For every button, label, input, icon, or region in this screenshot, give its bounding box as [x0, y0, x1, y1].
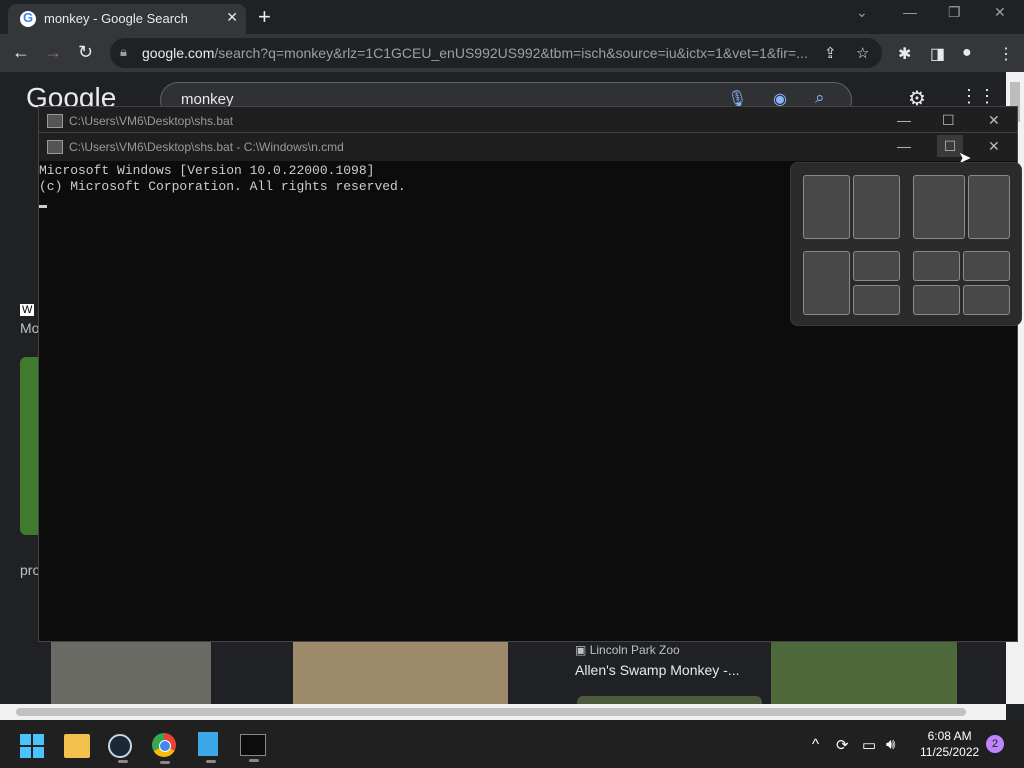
left-result-snippet[interactable]: Mo [20, 320, 39, 336]
snap-zone-quad-bottom-left[interactable] [913, 285, 960, 315]
cmd-back-titlebar[interactable]: C:\Users\VM6\Desktop\shs.bat — ☐ ✕ [39, 107, 1017, 135]
app-running-indicator [249, 759, 259, 762]
new-tab-button[interactable]: + [258, 4, 271, 30]
share-icon[interactable]: ⇪ [824, 44, 837, 62]
cmd-icon [47, 114, 63, 128]
tab-title: monkey - Google Search [44, 11, 188, 26]
console-cursor [39, 205, 47, 208]
result-thumbnail-peek[interactable] [577, 696, 762, 704]
cmd-front-titlebar[interactable]: C:\Users\VM6\Desktop\shs.bat - C:\Window… [39, 133, 1017, 161]
snap-zone-left-full[interactable] [803, 251, 850, 315]
snap-zone-quad-bottom-right[interactable] [963, 285, 1010, 315]
result-title[interactable]: Allen's Swamp Monkey -... [575, 662, 740, 678]
tab-search-icon[interactable]: ⌄ [856, 4, 868, 21]
apps-grid-icon[interactable]: ⋮⋮ [960, 86, 996, 107]
horizontal-scrollbar[interactable] [0, 704, 1006, 720]
cmd-back-close-button[interactable]: ✕ [988, 112, 1000, 129]
windows-logo-pane [33, 734, 44, 745]
network-icon[interactable]: ▭ [862, 736, 876, 754]
clock-date: 11/25/2022 [920, 745, 980, 759]
chrome-icon[interactable] [152, 733, 176, 764]
console-output[interactable]: Microsoft Windows [Version 10.0.22000.10… [39, 163, 406, 195]
back-icon[interactable]: ← [12, 42, 30, 63]
side-panel-icon[interactable]: ◨ [930, 44, 945, 64]
snap-zone-bottom-right[interactable] [853, 285, 900, 315]
wikipedia-icon: W [20, 304, 35, 316]
app-running-indicator [118, 760, 128, 763]
sync-icon[interactable]: ⟳ [836, 736, 849, 754]
app-running-indicator [160, 761, 170, 764]
snap-zone-quad-top-left[interactable] [913, 251, 960, 281]
result-source: ▣ Lincoln Park Zoo [575, 643, 680, 657]
windows-logo-icon [20, 734, 31, 745]
snap-zone-half-right[interactable] [853, 175, 900, 239]
cmd-back-maximize-button[interactable]: ☐ [942, 112, 955, 129]
snap-zone-top-right[interactable] [853, 251, 900, 281]
monkey-image-1[interactable] [51, 642, 211, 704]
monkey-image-2[interactable] [293, 642, 508, 704]
snap-zone-two-thirds-left[interactable] [913, 175, 965, 239]
volume-icon[interactable]: 🔊︎ [886, 736, 895, 753]
snap-zone-quad-top-right[interactable] [963, 251, 1010, 281]
chrome-center [159, 740, 171, 752]
file-explorer-icon[interactable] [64, 734, 90, 758]
browser-toolbar: ← → ↻ 🔒︎ google.com/search?q=monkey&rlz=… [0, 34, 1024, 72]
left-result-thumbnail[interactable] [20, 357, 38, 535]
windows-logo-pane [20, 747, 31, 758]
restore-button[interactable]: ❐ [948, 4, 961, 21]
notepad-icon[interactable] [198, 732, 218, 763]
bookmark-star-icon[interactable]: ☆ [856, 44, 869, 62]
clock-time: 6:08 AM [927, 729, 972, 743]
tab-close-icon[interactable]: ✕ [226, 9, 238, 26]
console-line-1: Microsoft Windows [Version 10.0.22000.10… [39, 163, 375, 178]
snap-zone-half-left[interactable] [803, 175, 850, 239]
forward-icon[interactable]: → [44, 42, 62, 63]
console-line-2: (c) Microsoft Corporation. All rights re… [39, 179, 406, 194]
source-icon: ▣ [575, 643, 587, 657]
menu-icon[interactable]: ⋮ [998, 44, 1014, 64]
horizontal-scroll-thumb[interactable] [16, 708, 966, 716]
search-icon[interactable]: ⌕ [815, 88, 825, 108]
snap-layouts-flyout [790, 162, 1022, 326]
snap-zone-one-third-right[interactable] [968, 175, 1010, 239]
extensions-icon[interactable]: ✱ [898, 44, 911, 64]
cmd-front-close-button[interactable]: ✕ [988, 138, 1000, 155]
cmd-icon [47, 140, 63, 154]
steam-icon[interactable] [108, 734, 132, 763]
minimize-button[interactable]: — [903, 4, 917, 20]
monkey-image-3[interactable] [771, 642, 957, 704]
windows-logo-pane [33, 747, 44, 758]
terminal-icon[interactable] [240, 734, 266, 762]
reload-icon[interactable]: ↻ [78, 42, 93, 63]
tab-strip: monkey - Google Search ✕ + ⌄ — ❐ ✕ [0, 0, 1024, 34]
show-hidden-icons-icon[interactable]: ^ [812, 736, 819, 753]
lock-icon[interactable]: 🔒︎ [120, 44, 127, 60]
cmd-front-minimize-button[interactable]: — [897, 138, 911, 154]
start-button[interactable] [20, 734, 44, 758]
result-source-name: Lincoln Park Zoo [589, 643, 680, 657]
cmd-back-minimize-button[interactable]: — [897, 112, 911, 128]
cmd-front-title: C:\Users\VM6\Desktop\shs.bat - C:\Window… [69, 140, 344, 154]
taskbar-clock[interactable]: 6:08 AM 11/25/2022 [920, 728, 979, 760]
close-window-button[interactable]: ✕ [994, 4, 1006, 21]
profile-icon[interactable]: ● [962, 44, 972, 62]
address-bar[interactable]: 🔒︎ google.com/search?q=monkey&rlz=1C1GCE… [110, 38, 882, 68]
google-favicon-icon [20, 10, 36, 27]
app-running-indicator [206, 760, 216, 763]
cmd-back-title: C:\Users\VM6\Desktop\shs.bat [69, 114, 234, 128]
url-text: google.com/search?q=monkey&rlz=1C1GCEU_e… [142, 45, 808, 61]
notification-badge[interactable]: 2 [986, 735, 1004, 753]
browser-tab[interactable]: monkey - Google Search ✕ [8, 4, 246, 34]
